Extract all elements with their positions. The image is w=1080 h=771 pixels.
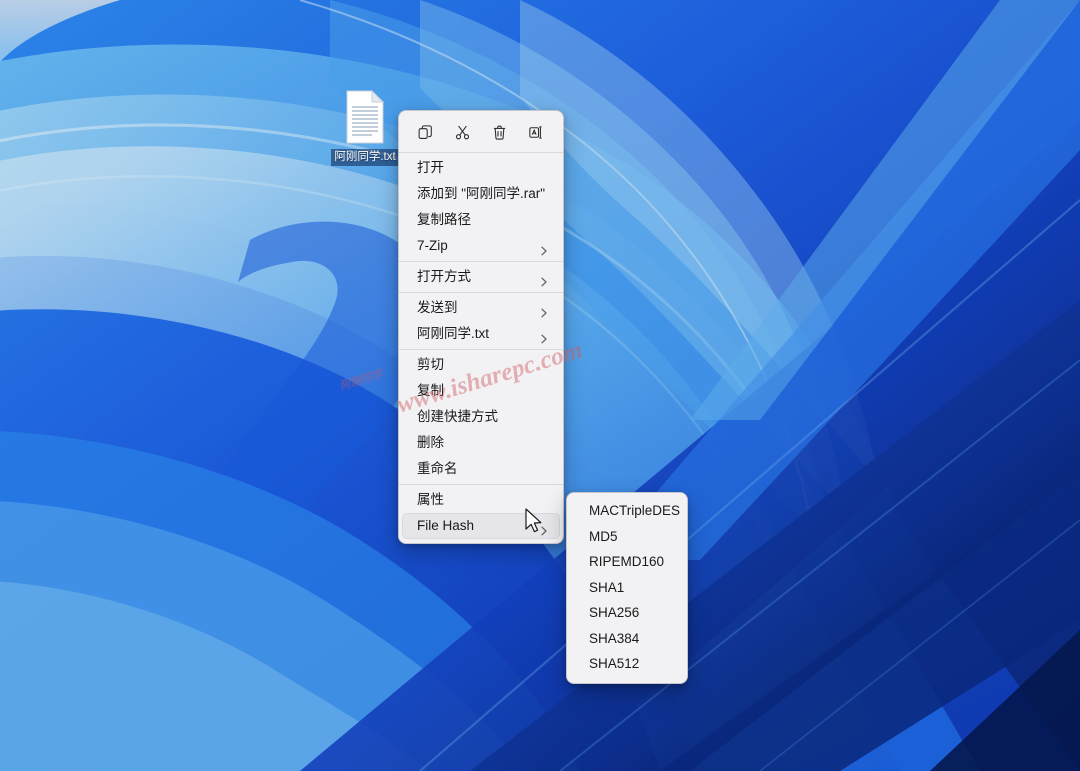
menu-item-create-shortcut[interactable]: 创建快捷方式	[402, 404, 560, 430]
desktop-file-label: 阿刚同学.txt	[331, 149, 399, 166]
submenu-item-sha384[interactable]: SHA384	[573, 626, 681, 652]
menu-item-label: 创建快捷方式	[417, 409, 498, 424]
chevron-right-icon	[538, 302, 550, 318]
menu-item-label: 删除	[417, 435, 444, 450]
menu-separator	[399, 484, 563, 485]
text-file-icon	[322, 88, 408, 146]
menu-item-label: 复制路径	[417, 212, 471, 227]
submenu-item-label: SHA1	[589, 579, 625, 595]
menu-group-1: 打开 添加到 "阿刚同学.rar" 复制路径 7-Zip	[399, 155, 563, 259]
submenu-item-sha1[interactable]: SHA1	[573, 575, 681, 601]
rename-icon[interactable]	[522, 118, 552, 146]
menu-separator	[399, 292, 563, 293]
menu-item-rename[interactable]: 重命名	[402, 456, 560, 482]
menu-item-label: 阿刚同学.txt	[417, 326, 490, 341]
menu-group-5: 属性 File Hash	[399, 487, 563, 539]
menu-item-file-name[interactable]: 阿刚同学.txt	[402, 321, 560, 347]
submenu-item-ripemd160[interactable]: RIPEMD160	[573, 549, 681, 575]
submenu-item-label: SHA384	[589, 630, 640, 646]
menu-item-send-to[interactable]: 发送到	[402, 295, 560, 321]
menu-item-label: 7-Zip	[417, 238, 448, 253]
menu-item-label: 属性	[417, 492, 444, 507]
submenu-item-label: MACTripleDES	[589, 503, 681, 518]
file-hash-submenu[interactable]: MACTripleDES MD5 RIPEMD160 SHA1 SHA256 S…	[566, 492, 688, 684]
menu-item-label: 打开方式	[417, 269, 471, 284]
submenu-item-mactripledes[interactable]: MACTripleDES	[573, 498, 681, 524]
chevron-right-icon	[538, 271, 550, 287]
menu-item-label: 添加到 "阿刚同学.rar"	[417, 186, 546, 201]
menu-item-copy-path[interactable]: 复制路径	[402, 207, 560, 233]
menu-separator	[399, 261, 563, 262]
menu-item-add-to-rar[interactable]: 添加到 "阿刚同学.rar"	[402, 181, 560, 207]
menu-item-label: 打开	[417, 160, 444, 175]
submenu-item-md5[interactable]: MD5	[573, 524, 681, 550]
menu-item-label: 复制	[417, 383, 444, 398]
menu-item-label: 发送到	[417, 300, 458, 315]
submenu-item-label: SHA256	[589, 605, 640, 620]
context-menu[interactable]: 打开 添加到 "阿刚同学.rar" 复制路径 7-Zip 打开方式 发送到 阿刚…	[398, 110, 564, 544]
context-menu-toolbar[interactable]	[401, 114, 561, 150]
menu-item-properties[interactable]: 属性	[402, 487, 560, 513]
menu-item-copy[interactable]: 复制	[402, 378, 560, 404]
menu-item-file-hash[interactable]: File Hash	[402, 513, 560, 539]
menu-item-label: File Hash	[417, 518, 475, 533]
submenu-item-sha512[interactable]: SHA512	[573, 651, 681, 677]
cut-icon[interactable]	[448, 118, 478, 146]
menu-item-7zip[interactable]: 7-Zip	[402, 233, 560, 259]
menu-group-2: 打开方式	[399, 264, 563, 290]
submenu-item-label: RIPEMD160	[589, 554, 665, 569]
menu-group-4: 剪切 复制 创建快捷方式 删除 重命名	[399, 352, 563, 482]
menu-item-cut[interactable]: 剪切	[402, 352, 560, 378]
menu-item-label: 重命名	[417, 461, 458, 476]
menu-group-3: 发送到 阿刚同学.txt	[399, 295, 563, 347]
desktop-file-icon[interactable]: 阿刚同学.txt	[322, 88, 408, 166]
menu-separator	[399, 349, 563, 350]
menu-separator	[399, 152, 563, 153]
menu-item-label: 剪切	[417, 357, 444, 372]
submenu-item-label: SHA512	[589, 656, 640, 671]
submenu-item-sha256[interactable]: SHA256	[573, 600, 681, 626]
delete-icon[interactable]	[485, 118, 515, 146]
menu-item-open-with[interactable]: 打开方式	[402, 264, 560, 290]
chevron-right-icon	[538, 240, 550, 256]
chevron-right-icon	[538, 328, 550, 344]
submenu-item-label: MD5	[589, 528, 618, 544]
chevron-right-icon	[538, 520, 550, 536]
menu-item-delete[interactable]: 删除	[402, 430, 560, 456]
desktop: 阿刚同学.txt 打开 添加到 "阿刚同学.rar" 复制路径 7-Zip 打开…	[0, 0, 1080, 771]
copy-icon[interactable]	[411, 118, 441, 146]
menu-item-open[interactable]: 打开	[402, 155, 560, 181]
